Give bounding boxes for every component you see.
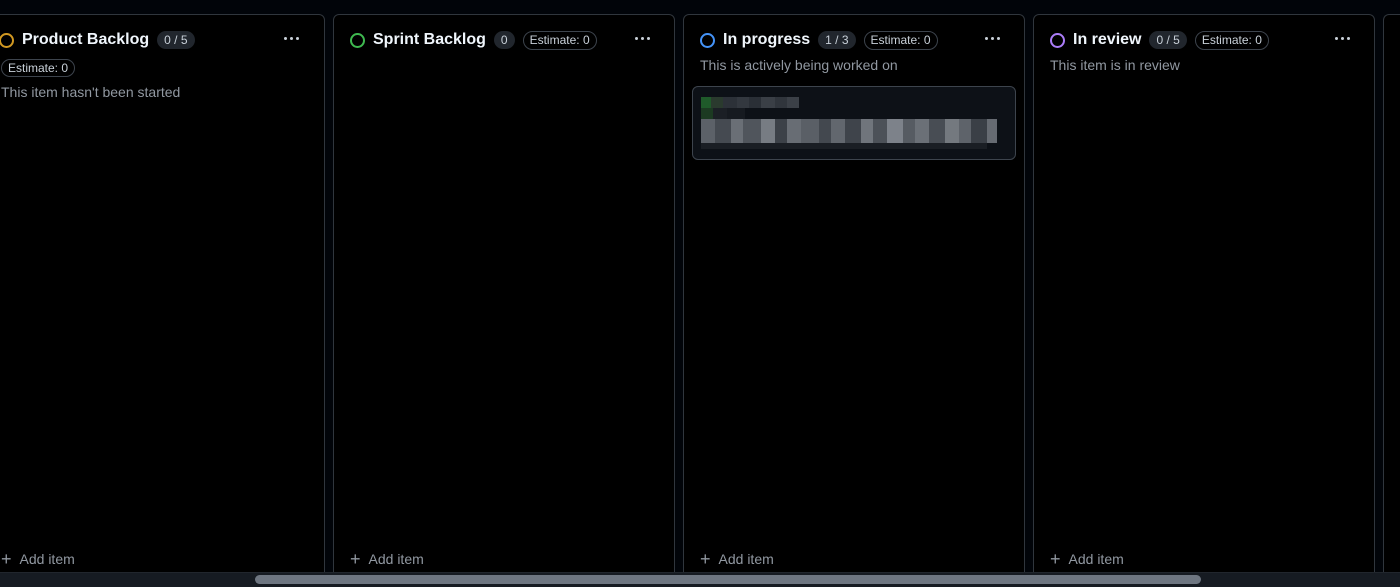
status-circle-icon	[0, 32, 14, 48]
column-header: In progress 1 / 3 Estimate: 0	[700, 29, 1008, 51]
column-description: This item hasn't been started	[1, 84, 181, 100]
estimate-row: Estimate: 0	[1, 59, 76, 77]
column-title[interactable]: Product Backlog	[22, 31, 149, 49]
status-circle-icon	[350, 32, 365, 48]
add-item-button[interactable]: + Add item	[350, 549, 424, 569]
plus-icon: +	[1050, 549, 1061, 569]
project-board: Product Backlog 0 / 5 Estimate: 0 This i…	[0, 0, 1400, 587]
plus-icon: +	[350, 549, 361, 569]
add-item-label: Add item	[19, 551, 75, 567]
column-product-backlog: Product Backlog 0 / 5 Estimate: 0 This i…	[0, 14, 325, 580]
redacted-card-shadow	[701, 143, 987, 149]
column-sprint-backlog: Sprint Backlog 0 Estimate: 0 + Add item	[333, 14, 675, 580]
estimate-badge: Estimate: 0	[1194, 30, 1269, 50]
column-header: Product Backlog 0 / 5	[0, 29, 308, 51]
column-next-partial	[1383, 14, 1400, 580]
column-menu-button[interactable]	[1327, 27, 1357, 49]
column-description: This item is in review	[1050, 57, 1180, 73]
column-description: This is actively being worked on	[700, 57, 898, 73]
add-item-button[interactable]: + Add item	[700, 549, 774, 569]
column-menu-button[interactable]	[627, 27, 657, 49]
column-title[interactable]: In progress	[723, 31, 810, 49]
estimate-badge: Estimate: 0	[863, 30, 938, 50]
kebab-horizontal-icon	[283, 36, 287, 40]
column-menu-button[interactable]	[977, 27, 1007, 49]
redacted-card-repo	[701, 97, 799, 108]
plus-icon: +	[1, 549, 12, 569]
column-title[interactable]: In review	[1073, 31, 1141, 49]
item-count-badge: 0	[493, 31, 515, 49]
issue-card-redacted[interactable]	[692, 86, 1016, 160]
column-header: Sprint Backlog 0 Estimate: 0	[350, 29, 658, 51]
kebab-horizontal-icon	[1334, 36, 1338, 40]
item-count-badge: 0 / 5	[157, 31, 195, 49]
column-in-progress: In progress 1 / 3 Estimate: 0 This is ac…	[683, 14, 1025, 580]
estimate-badge: Estimate: 0	[522, 30, 597, 50]
add-item-label: Add item	[718, 551, 774, 567]
kebab-horizontal-icon	[634, 36, 638, 40]
horizontal-scrollbar-thumb[interactable]	[255, 575, 1201, 584]
column-in-review: In review 0 / 5 Estimate: 0 This item is…	[1033, 14, 1375, 580]
add-item-label: Add item	[368, 551, 424, 567]
add-item-label: Add item	[1068, 551, 1124, 567]
status-circle-icon	[700, 32, 715, 48]
column-header: In review 0 / 5 Estimate: 0	[1050, 29, 1358, 51]
redacted-card-id	[701, 108, 745, 119]
add-item-button[interactable]: + Add item	[1050, 549, 1124, 569]
add-item-button[interactable]: + Add item	[1, 549, 75, 569]
column-title[interactable]: Sprint Backlog	[373, 31, 486, 49]
column-menu-button[interactable]	[276, 27, 306, 49]
redacted-card-title	[701, 119, 997, 143]
status-circle-icon	[1050, 32, 1065, 48]
item-count-badge: 0 / 5	[1149, 31, 1187, 49]
estimate-badge: Estimate: 0	[1, 59, 76, 77]
item-count-badge: 1 / 3	[818, 31, 856, 49]
kebab-horizontal-icon	[984, 36, 988, 40]
plus-icon: +	[700, 549, 711, 569]
